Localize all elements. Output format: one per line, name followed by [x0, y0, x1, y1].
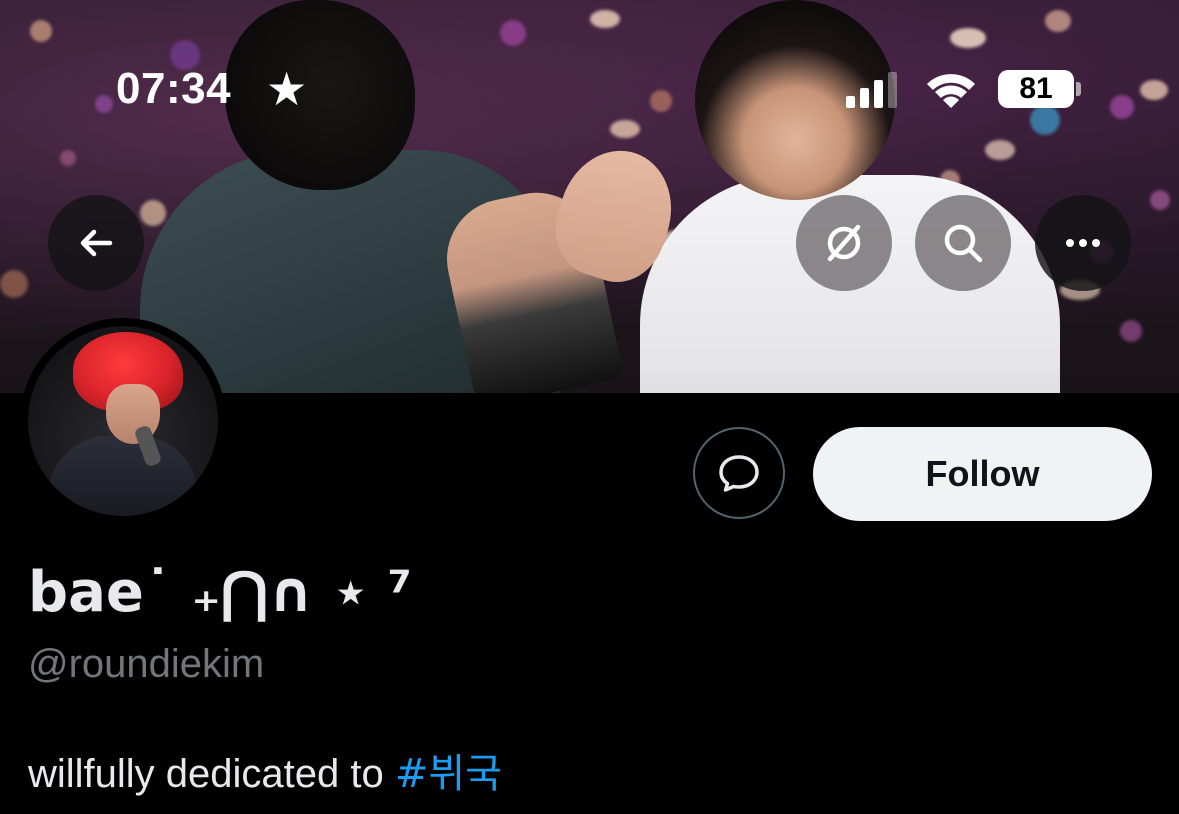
message-button[interactable]	[693, 427, 785, 519]
bio-text: willfully dedicated to	[28, 752, 395, 796]
search-icon	[944, 224, 983, 263]
grok-button[interactable]	[796, 195, 892, 291]
wifi-icon	[927, 74, 975, 108]
battery-nub	[1076, 82, 1081, 96]
status-time: 07:34	[116, 64, 232, 113]
more-icon	[1066, 239, 1100, 247]
avatar[interactable]	[28, 326, 218, 516]
back-arrow-icon	[80, 229, 113, 257]
bio-hashtag-link[interactable]: #뷔국	[395, 751, 502, 797]
status-bar: 07:34 ★ 81	[0, 50, 1179, 130]
more-button[interactable]	[1035, 195, 1131, 291]
search-button[interactable]	[915, 195, 1011, 291]
avatar-body	[48, 436, 198, 516]
battery-level: 81	[1019, 72, 1053, 105]
cellular-signal-icon	[846, 72, 906, 108]
battery-icon: 81	[998, 70, 1074, 108]
follow-button[interactable]: Follow	[813, 427, 1152, 521]
message-bubble-icon	[719, 455, 759, 492]
slashed-circle-icon	[827, 224, 861, 262]
bio: willfully dedicated to #뷔국	[28, 741, 502, 799]
star-icon: ★	[266, 63, 308, 115]
back-button[interactable]	[48, 195, 144, 291]
display-name: bae˙ ₊⋂∩ ⋆ ⁷	[28, 560, 413, 625]
username-handle: @roundiekim	[28, 642, 265, 686]
